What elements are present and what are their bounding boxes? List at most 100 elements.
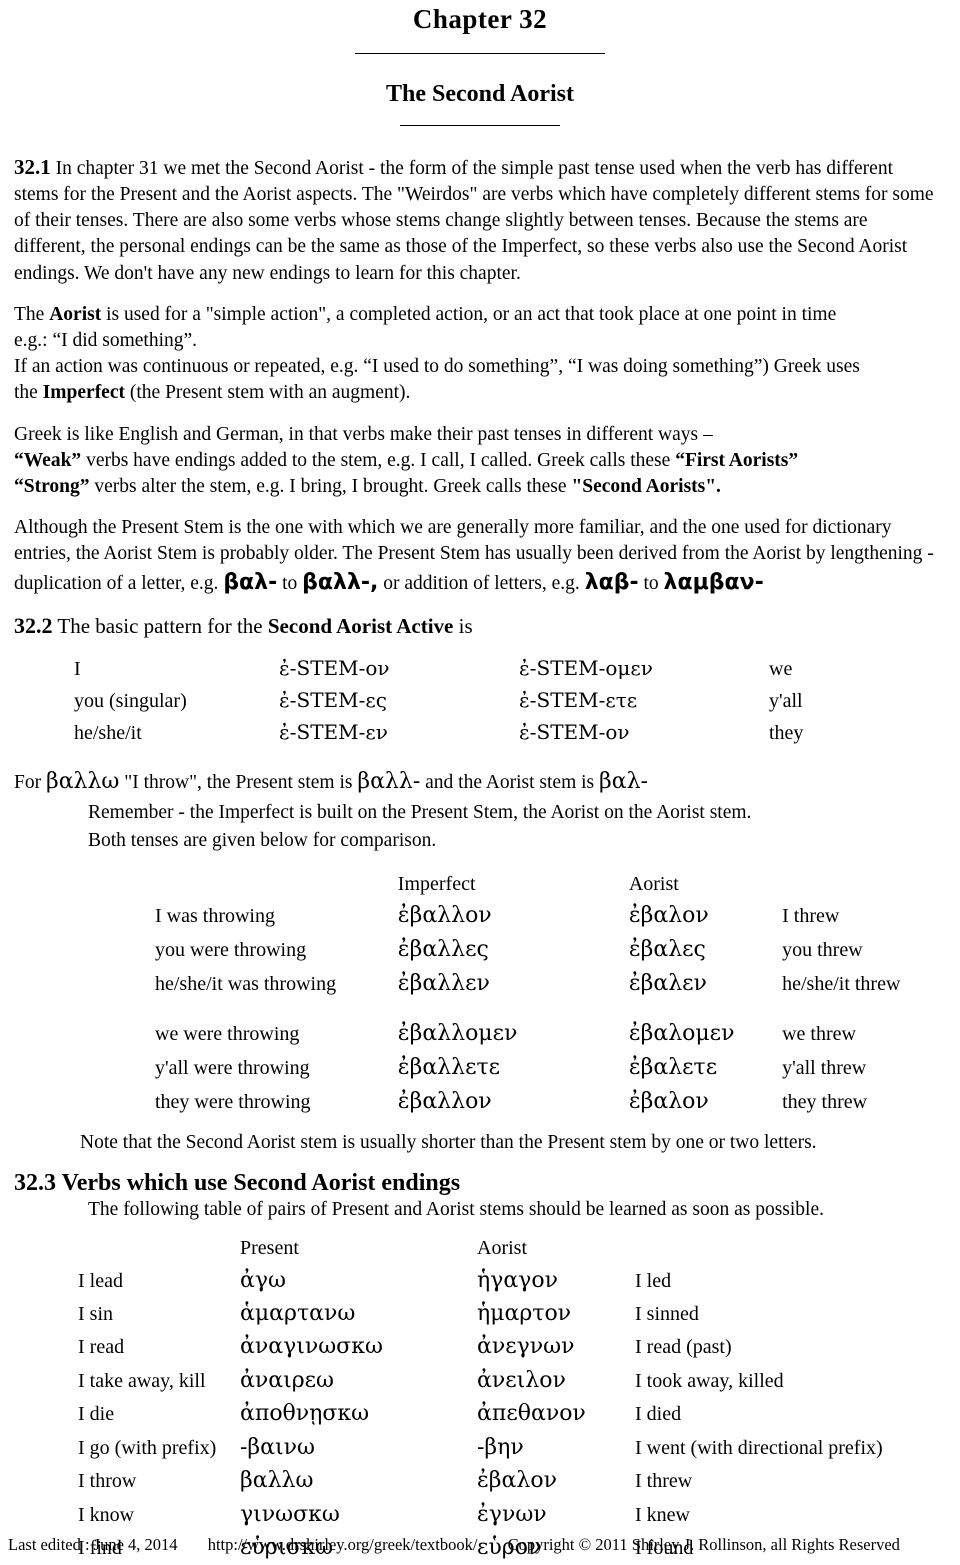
paradigm-form-1pl: ἐ-STEM-ομεν <box>519 656 653 681</box>
verb-greek-present: ἀγω <box>240 1267 286 1293</box>
section-32-2-heading-pre: The basic pattern for the <box>57 614 268 639</box>
column-header-aorist: Aorist <box>477 1237 527 1260</box>
inline-bold-strong: “Strong” <box>14 476 90 498</box>
comparison-eng-right: they threw <box>782 1090 868 1113</box>
greek-ball: βαλλ-, <box>302 569 379 595</box>
imperfect-aorist-comparison-table: Imperfect Aorist I was throwing ἐβαλλον … <box>0 869 960 1119</box>
inline-bold-first-aorists: “First Aorists” <box>675 449 799 471</box>
comparison-imperfect-form: ἐβαλλετε <box>397 1054 501 1080</box>
paragraph-stem-history: Although the Present Stem is the one wit… <box>14 517 934 595</box>
greek-lab: λαβ- <box>584 569 639 595</box>
both-tenses-line: Both tenses are given below for comparis… <box>88 830 437 852</box>
comparison-eng-right: we threw <box>782 1023 856 1046</box>
comparison-imperfect-form: ἐβαλλον <box>397 1088 492 1114</box>
paradigm-pronoun-sg: you (singular) <box>74 690 187 713</box>
section-number-32-1: 32.1 <box>14 154 51 179</box>
table-spacer-row <box>0 1000 960 1017</box>
comparison-imperfect-form: ἐβαλλον <box>397 903 492 929</box>
comparison-eng-right: I threw <box>782 905 840 928</box>
verb-greek-present: -βαινω <box>240 1434 315 1460</box>
table-row: I read ἀναγινωσκω ἀνεγνων I read (past) <box>0 1330 935 1363</box>
section-32-3-heading-text: Verbs which use Second Aorist endings <box>61 1170 461 1197</box>
comparison-aorist-form: ἐβαλες <box>628 936 706 962</box>
second-aorist-paradigm-table: I ἐ-STEM-ον ἐ-STEM-ομεν we you (singular… <box>0 653 889 749</box>
section-32-3-subheading: The following table of pairs of Present … <box>88 1199 824 1221</box>
inline-bold-weak: “Weak” <box>14 449 82 471</box>
verb-greek-aorist: ἀπεθανον <box>477 1401 586 1427</box>
table-row: I sin ἁμαρτανω ἡμαρτον I sinned <box>0 1297 935 1330</box>
verb-greek-present: ἀναιρεω <box>240 1367 334 1393</box>
comparison-aorist-form: ἐβαλον <box>628 903 709 929</box>
section-32-2-heading-bold: Second Aorist Active <box>267 614 454 639</box>
paradigm-form-3sg: ἐ-STEM-εν <box>279 720 388 745</box>
comparison-eng-left: y'all were throwing <box>155 1056 310 1079</box>
paradigm-pronoun-sg: I <box>74 658 81 681</box>
greek-bal: βαλ- <box>223 569 278 595</box>
paradigm-pronoun-pl: they <box>769 722 804 745</box>
verb-greek-aorist: ἡμαρτον <box>477 1301 572 1327</box>
verb-english-present: I go (with prefix) <box>78 1436 217 1459</box>
comparison-imperfect-form: ἐβαλλες <box>397 936 489 962</box>
comparison-eng-left: I was throwing <box>155 905 275 928</box>
ballo-mid: and the Aorist stem is <box>425 772 595 794</box>
inline-bold-aorist: Aorist <box>49 303 102 325</box>
verb-english-present: I take away, kill <box>78 1369 206 1392</box>
ballo-gloss: "I throw", the Present stem is <box>124 772 353 794</box>
table-row: we were throwing ἐβαλλομεν ἐβαλομεν we t… <box>0 1017 960 1051</box>
verb-greek-present: ἀποθνῃσκω <box>240 1401 370 1427</box>
verb-english-aorist: I sinned <box>635 1303 699 1326</box>
page-footer: Last edited : June 4, 2014 http://www.dr… <box>0 1535 960 1555</box>
inline-bold-second-aorists: "Second Aorists". <box>571 476 721 498</box>
table-row: I was throwing ἐβαλλον ἐβαλον I threw <box>0 899 960 933</box>
paragraph-intro-text: In chapter 31 we met the Second Aorist -… <box>14 157 934 284</box>
table-row: I go (with prefix) -βαινω -βην I went (w… <box>0 1431 935 1464</box>
section-32-2-heading: 32.2 The basic pattern for the Second Ao… <box>0 613 960 639</box>
ballo-example-line: For βαλλω "I throw", the Present stem is… <box>0 767 960 798</box>
verb-greek-aorist: ἐγνων <box>477 1501 547 1527</box>
paradigm-form-2sg: ἐ-STEM-ες <box>279 688 387 713</box>
table-row: I die ἀποθνῃσκω ἀπεθανον I died <box>0 1397 935 1430</box>
document-subtitle: The Second Aorist <box>385 81 574 108</box>
page-title: Chapter 32 <box>412 4 548 34</box>
column-header-aorist: Aorist <box>628 872 679 895</box>
verb-english-aorist: I went (with directional prefix) <box>635 1436 883 1459</box>
verb-english-aorist: I led <box>635 1269 672 1292</box>
spacer-cell <box>635 1233 935 1263</box>
table-header-row: Imperfect Aorist <box>0 869 960 900</box>
title-divider-bottom <box>0 109 960 131</box>
footer-url[interactable]: http://www.drshirley.org/greek/textbook/ <box>182 1535 478 1555</box>
comparison-aorist-form: ἐβαλεν <box>628 970 707 996</box>
comparison-eng-right: he/she/it threw <box>782 972 901 995</box>
verb-greek-present: ἀναγινωσκω <box>240 1334 383 1360</box>
table-row: he/she/it ἐ-STEM-εν ἐ-STEM-ον they <box>0 717 889 749</box>
present-aorist-verb-table: Present Aorist I lead ἀγω ἡγαγον I led I… <box>0 1233 935 1564</box>
paradigm-form-3pl: ἐ-STEM-ον <box>519 720 630 745</box>
comparison-eng-right: you threw <box>782 938 863 961</box>
comparison-eng-left: they were throwing <box>155 1090 311 1113</box>
paradigm-form-1sg: ἐ-STEM-ον <box>279 656 390 681</box>
greek-present-stem: βαλλ- <box>357 769 421 795</box>
paragraph-imperfect-use: If an action was continuous or repeated,… <box>14 356 860 404</box>
comparison-eng-left: he/she/it was throwing <box>155 972 337 995</box>
spacer-cell <box>0 869 398 900</box>
column-header-present: Present <box>240 1237 299 1260</box>
verb-greek-aorist: ἡγαγον <box>477 1267 558 1293</box>
comparison-aorist-form: ἐβαλον <box>628 1088 709 1114</box>
verb-english-present: I read <box>78 1336 125 1359</box>
comparison-imperfect-form: ἐβαλλομεν <box>397 1021 518 1047</box>
table-row: I take away, kill ἀναιρεω ἀνειλον I took… <box>0 1364 935 1397</box>
footer-copyright: Copyright © 2011 Shirley J. Rollinson, a… <box>507 1535 900 1555</box>
verb-greek-aorist: ἀνειλον <box>477 1367 566 1393</box>
comparison-eng-right: y'all threw <box>782 1056 867 1079</box>
table-row: I throw βαλλω ἐβαλον I threw <box>0 1464 935 1497</box>
comparison-eng-left: we were throwing <box>155 1023 300 1046</box>
document-page: Chapter 32 The Second Aorist 32.1 In cha… <box>0 4 960 1563</box>
greek-aorist-stem: βαλ- <box>599 769 648 795</box>
verb-english-present: I sin <box>78 1303 113 1326</box>
paragraph-aorist-use: The Aorist is used for a "simple action"… <box>14 303 837 351</box>
verb-english-present: I know <box>78 1503 135 1526</box>
table-row: I ἐ-STEM-ον ἐ-STEM-ομεν we <box>0 653 889 685</box>
verb-english-present: I lead <box>78 1269 123 1292</box>
table-row: they were throwing ἐβαλλον ἐβαλον they t… <box>0 1085 960 1119</box>
column-header-imperfect: Imperfect <box>397 872 476 895</box>
